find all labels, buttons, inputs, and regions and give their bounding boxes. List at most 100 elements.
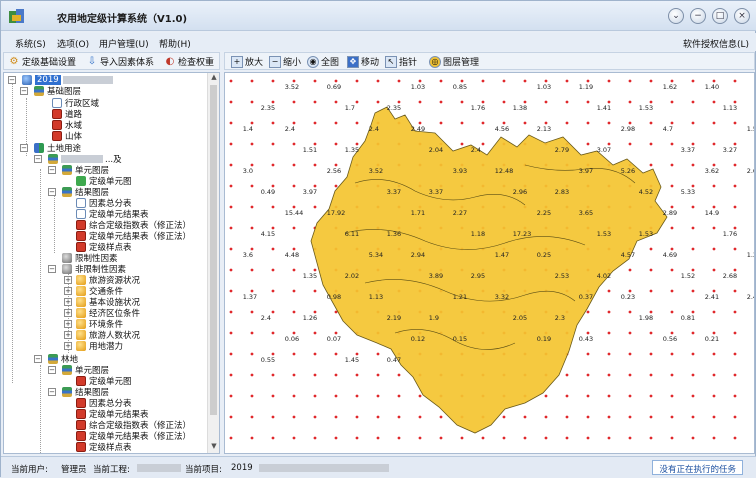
tree-economic-location[interactable]: 经济区位条件 [76, 307, 140, 319]
tree-water[interactable]: 水域 [52, 119, 82, 131]
full-extent-button[interactable]: ◉ 全图 [307, 54, 339, 69]
help-button[interactable]: ⌄ [668, 8, 684, 24]
menu-user-management[interactable]: 用户管理(U) [99, 37, 149, 50]
toggle-tourist-count[interactable]: + [64, 331, 72, 339]
value-label: 3.0 [243, 167, 253, 175]
map-view[interactable]: 3.52 0.69 1.03 0.85 1.03 1.19 1.62 1.40 2.35 1.7 2… [224, 72, 755, 454]
toggle-tourism-resource[interactable]: + [64, 276, 72, 284]
tree-unit-layers-1[interactable]: 单元图层 [62, 164, 109, 176]
tree-forest[interactable]: 林地 [48, 353, 78, 365]
tree-root[interactable]: 2019 [22, 74, 113, 85]
sample-point [691, 310, 695, 314]
tree-unit-result-table-1[interactable]: 定级单元结果表 [76, 208, 149, 220]
tree-unit-result-rev-2[interactable]: 定级单元结果表（修正法） [76, 430, 191, 442]
value-label: 2.53 [555, 272, 569, 280]
tree-unit-result-rev-1[interactable]: 定级单元结果表（修正法） [76, 230, 191, 242]
sample-point [313, 205, 317, 209]
tree-sample-table-2[interactable]: 定级样点表 [76, 441, 132, 453]
value-label: 0.43 [579, 335, 593, 343]
tree-land-potential[interactable]: 用地潜力 [76, 340, 123, 352]
grading-settings-button[interactable]: ⚙ 定级基础设置 [8, 54, 77, 69]
sample-point [649, 247, 653, 251]
menu-help[interactable]: 帮助(H) [159, 37, 191, 50]
menu-options[interactable]: 选项(O) [57, 37, 89, 50]
toggle-unit-layers-2[interactable]: − [48, 366, 56, 374]
sample-point [229, 289, 233, 293]
tree-tourist-count[interactable]: 旅游人数状况 [76, 329, 140, 341]
value-label: 3.27 [723, 146, 737, 154]
tree-sample-table-1[interactable]: 定级样点表 [76, 241, 132, 253]
sample-point [607, 142, 611, 146]
toggle-environment[interactable]: + [64, 320, 72, 328]
tree-factor-table-2[interactable]: 因素总分表 [76, 397, 132, 409]
maximize-button[interactable]: □ [712, 8, 728, 24]
zoom-in-button[interactable]: + 放大 [231, 54, 263, 69]
tree-grading-unit-map-1[interactable]: 定级单元图 [76, 175, 132, 187]
tree-comp-index-table-1[interactable]: 综合定级指数表（修正法） [76, 219, 191, 231]
toggle-economic-location[interactable]: + [64, 309, 72, 317]
tree-land-type-1[interactable]: ...及 [48, 153, 122, 165]
sample-point [271, 310, 275, 314]
pointer-button[interactable]: ↖ 指针 [385, 54, 417, 69]
tree-mountain[interactable]: 山体 [52, 130, 82, 142]
layer-manager-button[interactable]: ◎ 图层管理 [429, 54, 479, 69]
sample-point [565, 394, 569, 398]
tree-road[interactable]: 道路 [52, 108, 82, 120]
tree-grading-unit-map-2[interactable]: 定级单元图 [76, 375, 132, 387]
sample-point [313, 394, 317, 398]
tree-result-layers-1[interactable]: 结果图层 [62, 186, 109, 198]
redacted-text [62, 75, 113, 84]
sample-point [691, 184, 695, 188]
menu-system[interactable]: 系统(S) [15, 37, 46, 50]
tree-scrollbar[interactable]: ▲ ▼ [207, 73, 219, 453]
toggle-land-potential[interactable]: + [64, 342, 72, 350]
sample-point [292, 100, 296, 104]
tree-admin-area[interactable]: 行政区域 [52, 97, 99, 109]
license-info-menu[interactable]: 软件授权信息(L) [683, 37, 749, 50]
scroll-thumb[interactable] [210, 85, 217, 415]
toggle-result-layers-2[interactable]: − [48, 388, 56, 396]
tree-environment[interactable]: 环境条件 [76, 318, 123, 330]
task-status-indicator[interactable]: 没有正在执行的任务 [652, 460, 743, 475]
check-weight-button[interactable]: ◐ 检查权重 [164, 54, 214, 69]
toggle-result-layers-1[interactable]: − [48, 188, 56, 196]
region-polygon[interactable] [310, 106, 668, 434]
scroll-up-icon[interactable]: ▲ [208, 73, 219, 84]
tree-comp-index-table-2[interactable]: 综合定级指数表（修正法） [76, 419, 191, 431]
pan-button[interactable]: ✥ 移动 [347, 54, 379, 69]
value-label: 3.89 [429, 272, 443, 280]
tree-result-layers-2[interactable]: 结果图层 [62, 386, 109, 398]
sample-point [292, 184, 296, 188]
sample-point [481, 142, 485, 146]
toggle-land-type-1[interactable]: − [34, 155, 42, 163]
tree-land-use[interactable]: 土地用途 [34, 142, 81, 154]
import-factor-system-button[interactable]: ⇩ 导入因素体系 [86, 54, 154, 69]
map-canvas[interactable]: 3.52 0.69 1.03 0.85 1.03 1.19 1.62 1.40 2.35 1.7 2… [225, 73, 755, 454]
minimize-button[interactable]: − [690, 8, 706, 24]
toggle-traffic[interactable]: + [64, 287, 72, 295]
tree-nonrestrict-factor[interactable]: 非限制性因素 [62, 263, 126, 275]
toggle-root[interactable]: − [8, 76, 16, 84]
sample-point [271, 268, 275, 272]
tree-unit-result-table-2[interactable]: 定级单元结果表 [76, 408, 149, 420]
zoom-out-button[interactable]: − 缩小 [269, 54, 301, 69]
tree-base-layers[interactable]: 基础图层 [34, 85, 81, 97]
toggle-infrastructure[interactable]: + [64, 298, 72, 306]
tree-factor-table-1[interactable]: 因素总分表 [76, 197, 132, 209]
sample-point [376, 415, 380, 419]
tree-infrastructure[interactable]: 基本设施状况 [76, 296, 140, 308]
toggle-nonrestrict[interactable]: − [48, 265, 56, 273]
toggle-base-layers[interactable]: − [20, 87, 28, 95]
toggle-unit-layers-1[interactable]: − [48, 166, 56, 174]
scroll-down-icon[interactable]: ▼ [208, 442, 219, 453]
tree-traffic[interactable]: 交通条件 [76, 285, 123, 297]
sample-point [481, 436, 485, 440]
toggle-land-use[interactable]: − [20, 144, 28, 152]
tree-restrict-factor[interactable]: 限制性因素 [62, 252, 118, 264]
tree-tourism-resource[interactable]: 旅游资源状况 [76, 274, 140, 286]
sample-point [397, 100, 401, 104]
tree-unit-layers-2[interactable]: 单元图层 [62, 364, 109, 376]
toggle-forest[interactable]: − [34, 355, 42, 363]
close-button[interactable]: × [734, 8, 750, 24]
table-icon [76, 419, 86, 430]
